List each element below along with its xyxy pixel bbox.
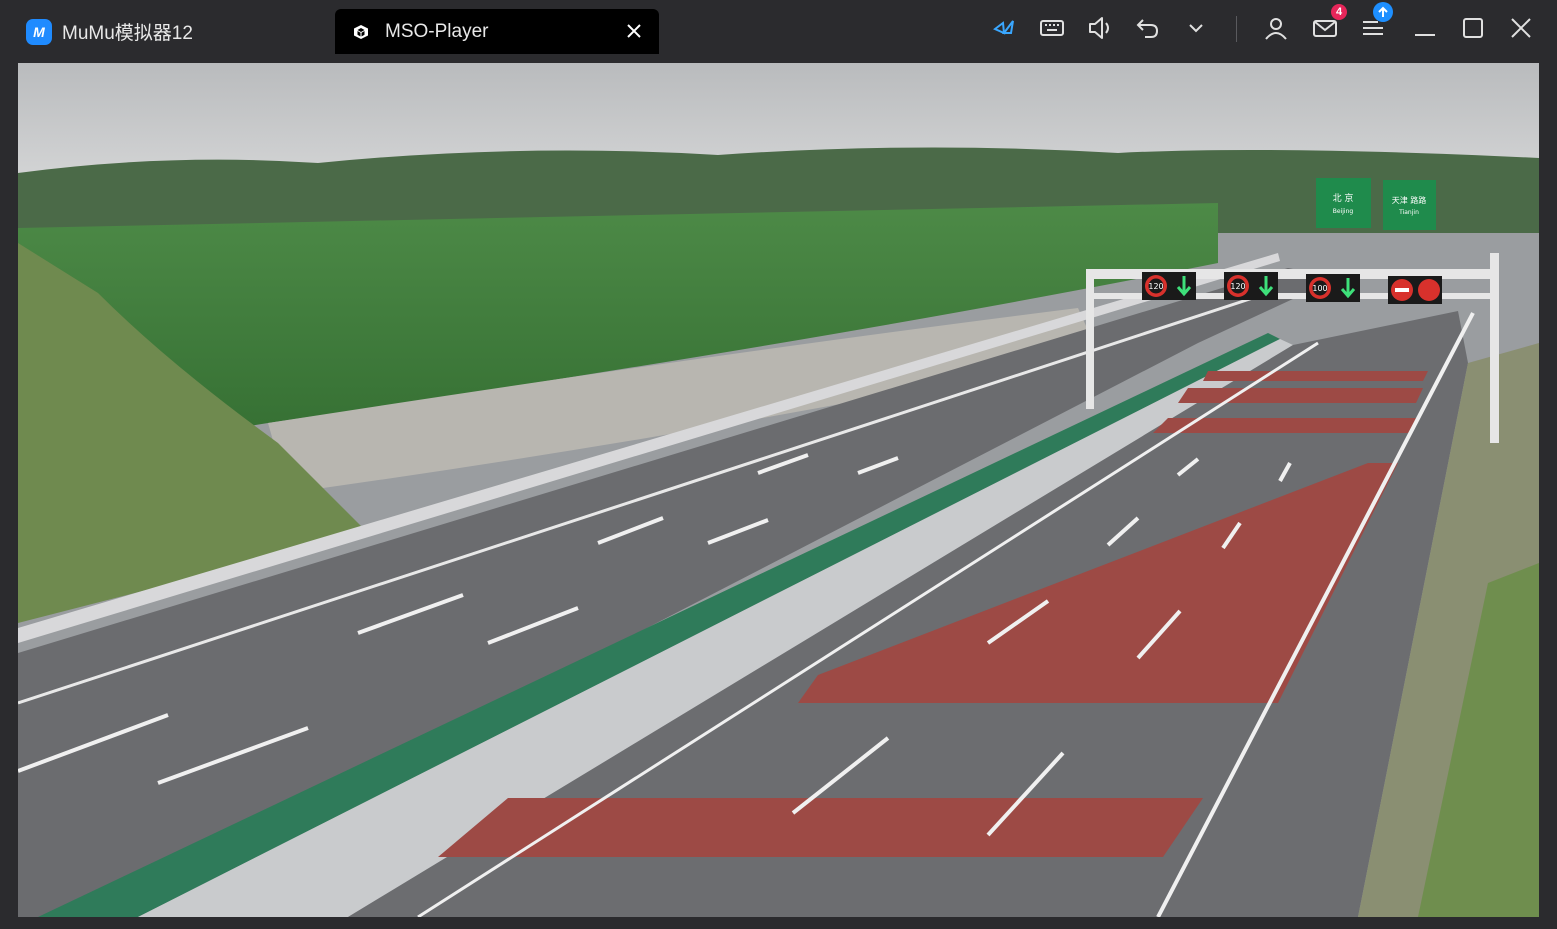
- red-lane-far-2: [1178, 388, 1423, 403]
- close-icon[interactable]: [1507, 14, 1535, 42]
- direction-sign-left: 北 京 Beijing: [1316, 178, 1371, 228]
- svg-text:Tianjin: Tianjin: [1398, 209, 1419, 216]
- svg-text:120: 120: [1230, 282, 1245, 291]
- keyboard-icon[interactable]: [1038, 14, 1066, 42]
- mumu-logo-icon: M: [26, 18, 52, 45]
- svg-text:北 京: 北 京: [1333, 192, 1354, 204]
- update-arrow-icon: [1373, 2, 1393, 22]
- volume-icon[interactable]: [1086, 14, 1114, 42]
- lane-control-sign-3: 100: [1306, 274, 1360, 302]
- butterfly-icon[interactable]: [990, 14, 1018, 42]
- app-cube-icon: [354, 24, 368, 39]
- tab-mso-player[interactable]: MSO-Player: [335, 9, 659, 54]
- red-lane-near: [438, 798, 1203, 857]
- tab-mumu-label: MuMu模拟器12: [62, 23, 193, 44]
- chevron-down-icon[interactable]: [1182, 14, 1210, 42]
- minimize-icon[interactable]: [1411, 14, 1439, 42]
- red-lane-far-1: [1153, 418, 1418, 433]
- svg-text:天津 路路: 天津 路路: [1392, 195, 1427, 205]
- svg-text:100: 100: [1312, 284, 1327, 293]
- svg-text:120: 120: [1148, 282, 1163, 291]
- lane-control-sign-4: [1388, 276, 1442, 304]
- maximize-icon[interactable]: [1459, 14, 1487, 42]
- svg-text:Beijing: Beijing: [1333, 208, 1354, 215]
- tab-mso-player-label: MSO-Player: [385, 20, 489, 42]
- mail-badge: 4: [1331, 4, 1347, 20]
- red-lane-far-3: [1203, 371, 1428, 381]
- video-viewport[interactable]: 北 京 Beijing 天津 路路 Tianjin 120 120 100: [18, 63, 1539, 917]
- highway-camera-frame: 北 京 Beijing 天津 路路 Tianjin 120 120 100: [18, 63, 1539, 917]
- lane-control-sign-1: 120: [1142, 272, 1196, 300]
- direction-sign-right: 天津 路路 Tianjin: [1383, 180, 1436, 230]
- menu-icon[interactable]: [1359, 2, 1393, 42]
- mail-icon[interactable]: 4: [1311, 4, 1347, 42]
- lane-control-sign-2: 120: [1224, 272, 1278, 300]
- toolbar-divider: [1236, 16, 1237, 42]
- title-bar: M MuMu模拟器12 MSO-Player 4: [0, 0, 1557, 54]
- tab-mumu[interactable]: M MuMu模拟器12: [12, 9, 332, 54]
- back-icon[interactable]: [1134, 14, 1162, 42]
- tab-close-icon[interactable]: [623, 20, 645, 42]
- user-icon[interactable]: [1262, 14, 1290, 42]
